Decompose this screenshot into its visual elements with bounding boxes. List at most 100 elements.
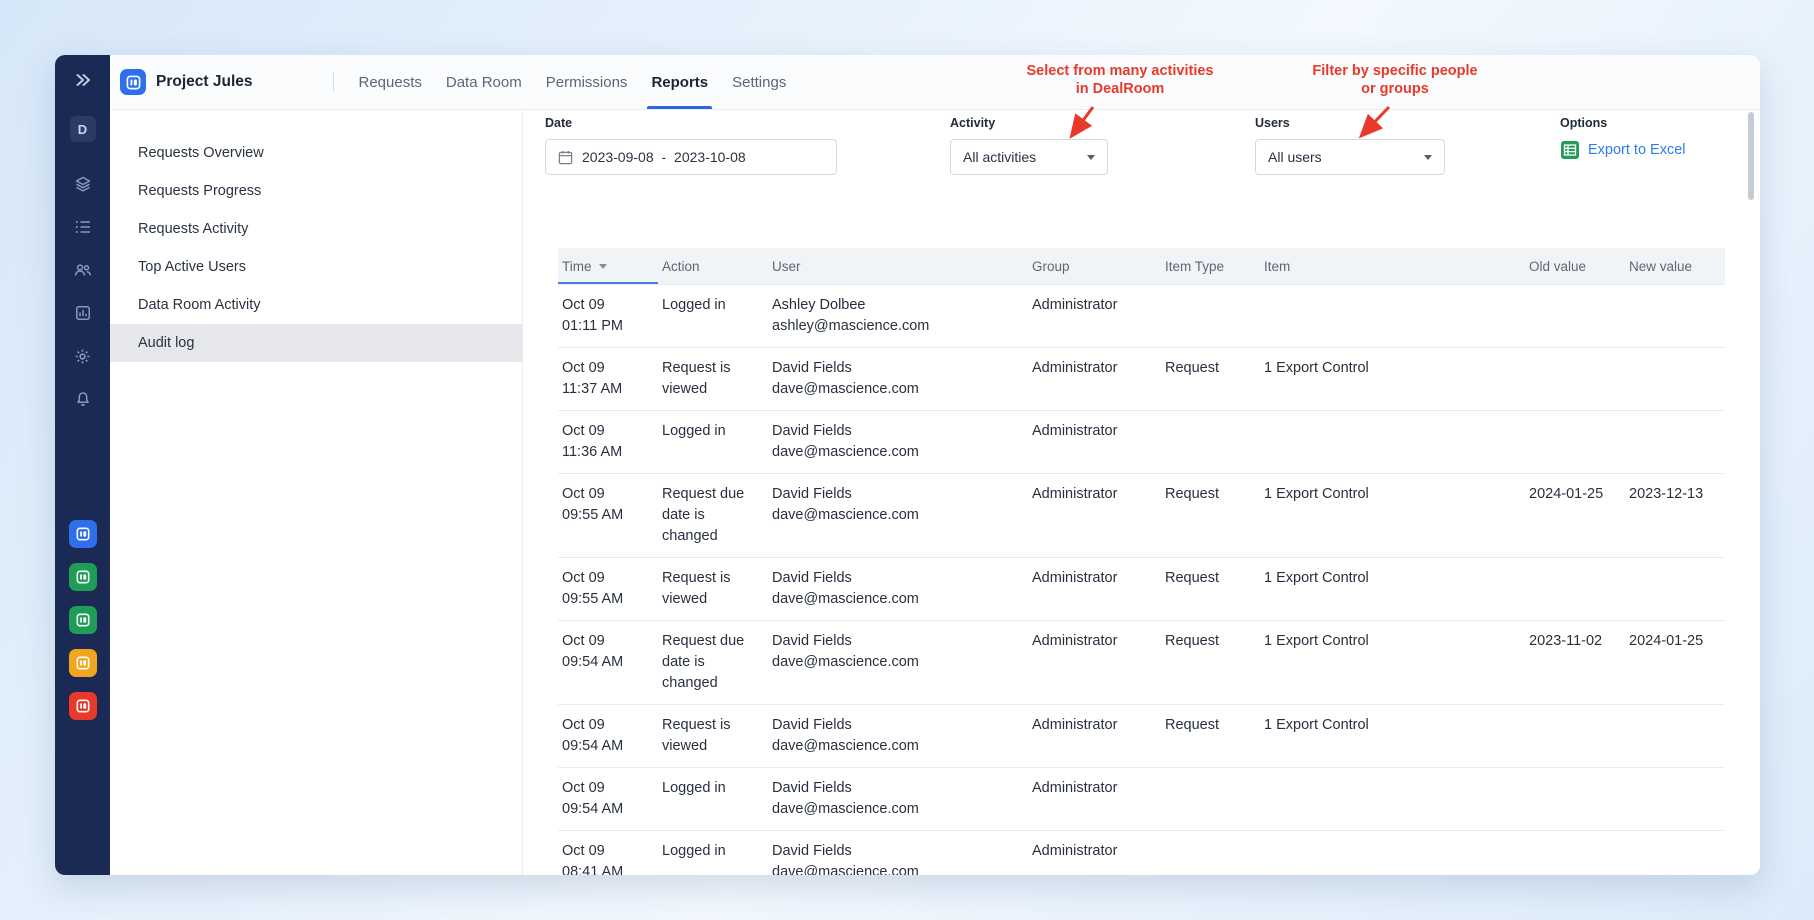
annotation-arrow-users bbox=[1358, 105, 1391, 139]
export-to-excel-button[interactable]: Export to Excel bbox=[1560, 140, 1686, 160]
app-tile-blue[interactable] bbox=[68, 520, 97, 548]
table-row: Oct 09 09:54 AM Logged in David Fields d… bbox=[558, 768, 1725, 831]
sidebar-item-data-room-activity[interactable]: Data Room Activity bbox=[110, 286, 522, 324]
cell-time: Oct 09 09:55 AM bbox=[562, 570, 624, 607]
cell-item: 1 Export Control bbox=[1264, 570, 1369, 586]
cell-group: Administrator bbox=[1032, 570, 1118, 586]
cell-action: Logged in bbox=[662, 423, 726, 439]
icon-rail: D bbox=[55, 55, 110, 875]
cell-item: 1 Export Control bbox=[1264, 360, 1369, 376]
cell-new-value bbox=[1625, 285, 1723, 347]
cell-new-value bbox=[1625, 348, 1723, 410]
cell-group: Administrator bbox=[1032, 780, 1118, 796]
cell-old-value bbox=[1525, 411, 1625, 473]
cell-item bbox=[1260, 768, 1525, 830]
cell-action: Logged in bbox=[662, 780, 726, 796]
cell-action: Logged in bbox=[662, 843, 726, 859]
layers-nav-button[interactable] bbox=[70, 171, 96, 197]
collapse-sidebar-button[interactable] bbox=[70, 67, 96, 93]
dealroom-glyph-icon bbox=[126, 75, 140, 89]
user-avatar[interactable]: D bbox=[69, 116, 96, 142]
column-header-old-value[interactable]: Old value bbox=[1525, 248, 1625, 284]
table-row: Oct 09 09:54 AM Request is viewed David … bbox=[558, 705, 1725, 768]
cell-new-value: 2024-01-25 bbox=[1629, 633, 1704, 649]
report-content: Date 2023-09-08 - 2023-10-08 Activity Al… bbox=[523, 110, 1760, 875]
app-window: D Project Jules Requests Data Room Permi… bbox=[55, 55, 1760, 875]
cell-group: Administrator bbox=[1032, 843, 1118, 859]
table-header: Time Action User Group Item Type Item Ol… bbox=[558, 248, 1725, 285]
project-logo bbox=[120, 69, 146, 95]
date-range-input[interactable]: 2023-09-08 - 2023-10-08 bbox=[545, 139, 837, 175]
column-header-action[interactable]: Action bbox=[658, 248, 768, 284]
cell-time: Oct 09 09:54 AM bbox=[562, 633, 624, 670]
sidebar-item-audit-log[interactable]: Audit log bbox=[110, 324, 522, 362]
main-nav: Requests Data Room Permissions Reports S… bbox=[347, 55, 799, 109]
users-select[interactable]: All users bbox=[1255, 139, 1445, 175]
cell-old-value: 2023-11-02 bbox=[1529, 633, 1603, 649]
tab-reports[interactable]: Reports bbox=[639, 55, 720, 109]
dealroom-glyph-icon bbox=[76, 613, 89, 627]
column-header-user[interactable]: User bbox=[768, 248, 1028, 284]
cell-item-type bbox=[1161, 768, 1260, 830]
chevron-down-icon bbox=[1087, 154, 1095, 160]
cell-action: Logged in bbox=[662, 297, 726, 313]
sidebar-item-requests-overview[interactable]: Requests Overview bbox=[110, 134, 522, 172]
table-row: Oct 09 01:11 PM Logged in Ashley Dolbee … bbox=[558, 285, 1725, 348]
settings-nav-button[interactable] bbox=[70, 343, 96, 369]
sidebar-item-top-active-users[interactable]: Top Active Users bbox=[110, 248, 522, 286]
cell-old-value bbox=[1525, 348, 1625, 410]
cell-user: David Fields dave@mascience.com bbox=[772, 717, 919, 754]
reports-nav-button[interactable] bbox=[70, 300, 96, 326]
cell-item-type bbox=[1161, 411, 1260, 473]
date-filter-label: Date bbox=[545, 116, 573, 130]
notifications-button[interactable] bbox=[70, 386, 96, 412]
app-tile-yellow[interactable] bbox=[68, 649, 97, 677]
dealroom-glyph-icon bbox=[76, 656, 89, 670]
cell-new-value bbox=[1625, 558, 1723, 620]
cell-user: David Fields dave@mascience.com bbox=[772, 360, 919, 397]
cell-user: David Fields dave@mascience.com bbox=[772, 633, 919, 670]
gear-icon bbox=[75, 349, 90, 363]
cell-group: Administrator bbox=[1032, 486, 1118, 502]
sidebar-item-requests-activity[interactable]: Requests Activity bbox=[110, 210, 522, 248]
cell-group: Administrator bbox=[1032, 423, 1118, 439]
column-header-new-value[interactable]: New value bbox=[1625, 248, 1723, 284]
tab-settings[interactable]: Settings bbox=[720, 55, 798, 109]
dealroom-glyph-icon bbox=[76, 527, 89, 541]
vertical-scrollbar[interactable] bbox=[1748, 112, 1754, 200]
column-header-group[interactable]: Group bbox=[1028, 248, 1161, 284]
app-tile-red[interactable] bbox=[68, 692, 97, 720]
cell-item: 1 Export Control bbox=[1264, 717, 1369, 733]
cell-group: Administrator bbox=[1032, 633, 1118, 649]
app-tile-green-2[interactable] bbox=[68, 606, 97, 634]
table-row: Oct 09 08:41 AM Logged in David Fields d… bbox=[558, 831, 1725, 875]
cell-action: Request due date is changed bbox=[662, 633, 745, 691]
people-nav-button[interactable] bbox=[70, 257, 96, 283]
users-filter: Users All users bbox=[1255, 116, 1445, 175]
header-divider bbox=[332, 72, 334, 92]
rail-top-icons: D bbox=[55, 55, 110, 412]
tab-requests[interactable]: Requests bbox=[347, 55, 434, 109]
users-select-value: All users bbox=[1268, 149, 1322, 165]
chevron-down-icon bbox=[1424, 154, 1432, 160]
annotation-activity-note: Select from many activities in DealRoom bbox=[1026, 63, 1214, 97]
cell-time: Oct 09 08:41 AM bbox=[562, 843, 624, 875]
audit-table-body: Oct 09 01:11 PM Logged in Ashley Dolbee … bbox=[558, 285, 1725, 875]
app-tile-green-1[interactable] bbox=[68, 563, 97, 591]
column-header-item-type[interactable]: Item Type bbox=[1161, 248, 1260, 284]
sidebar-item-requests-progress[interactable]: Requests Progress bbox=[110, 172, 522, 210]
column-header-item[interactable]: Item bbox=[1260, 248, 1525, 284]
cell-new-value bbox=[1625, 411, 1723, 473]
tab-permissions[interactable]: Permissions bbox=[534, 55, 640, 109]
options-section: Options Export to Excel bbox=[1560, 116, 1686, 160]
column-header-time-label: Time bbox=[562, 258, 592, 274]
cell-time: Oct 09 09:55 AM bbox=[562, 486, 624, 523]
cell-time: Oct 09 09:54 AM bbox=[562, 780, 624, 817]
table-row: Oct 09 09:55 AM Request due date is chan… bbox=[558, 474, 1725, 558]
table-row: Oct 09 11:36 AM Logged in David Fields d… bbox=[558, 411, 1725, 474]
cell-time: Oct 09 09:54 AM bbox=[562, 717, 624, 754]
column-header-time[interactable]: Time bbox=[558, 248, 658, 284]
cell-user: David Fields dave@mascience.com bbox=[772, 570, 919, 607]
tab-data-room[interactable]: Data Room bbox=[434, 55, 534, 109]
list-nav-button[interactable] bbox=[70, 214, 96, 240]
